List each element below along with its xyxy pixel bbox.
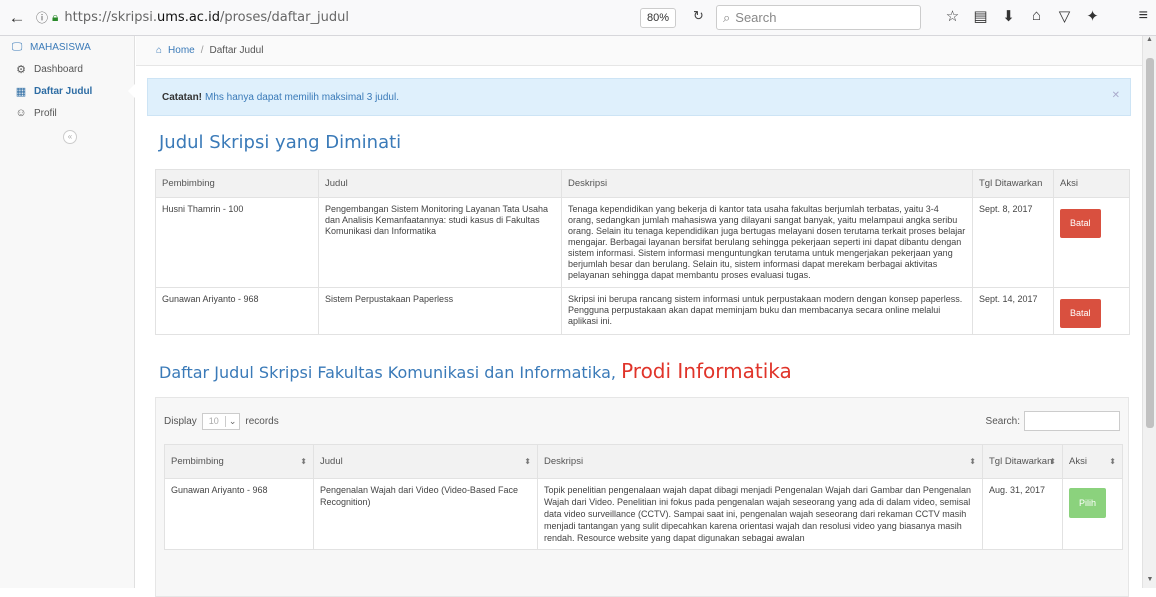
cell-tgl: Sept. 8, 2017 (973, 198, 1054, 288)
section-title-diminati: Judul Skripsi yang Diminati (159, 132, 1131, 153)
display-label: Display (164, 416, 197, 427)
browser-toolbar: ← ⓘ 🔒︎ https://skripsi.ums.ac.id/proses/… (0, 0, 1156, 36)
section-title-text: Daftar Judul Skripsi Fakultas Komunikasi… (159, 363, 616, 382)
sidebar-item-dashboard[interactable]: ⚙ Dashboard (0, 58, 134, 80)
hamburger-menu-icon[interactable]: ≡ (1139, 7, 1148, 25)
cell-judul: Sistem Perpustakaan Paperless (319, 288, 562, 335)
cell-tgl: Sept. 14, 2017 (973, 288, 1054, 335)
pilih-button[interactable]: Pilih (1069, 488, 1106, 518)
pocket-icon[interactable]: ▽ (1056, 7, 1073, 25)
cell-pembimbing: Gunawan Ariyanto - 968 (156, 288, 319, 335)
sort-icon: ⬍ (524, 457, 531, 466)
reading-list-icon[interactable]: ▤ (972, 7, 989, 25)
cell-aksi: Batal (1054, 288, 1130, 335)
column-header: Aksi (1054, 170, 1130, 198)
user-icon: ☺ (14, 107, 28, 119)
chevron-down-icon: ⌄ (225, 416, 240, 427)
sort-icon: ⬍ (969, 457, 976, 466)
batal-button[interactable]: Batal (1060, 299, 1101, 328)
table-icon: ▦ (14, 85, 28, 98)
cell-tgl: Aug. 31, 2017 (983, 479, 1063, 550)
breadcrumb-current: Daftar Judul (210, 45, 264, 56)
records-per-page-select[interactable]: 10 ⌄ (202, 413, 241, 430)
sidebar-item-label: Daftar Judul (34, 86, 92, 97)
download-icon[interactable]: ⬇ (1000, 7, 1017, 25)
bookmark-star-icon[interactable]: ☆ (944, 7, 961, 25)
cell-pembimbing: Husni Thamrin - 100 (156, 198, 319, 288)
breadcrumb-separator: / (201, 45, 204, 56)
prodi-label: Prodi Informatika (621, 359, 792, 383)
search-icon: ⌕ (723, 10, 730, 26)
breadcrumb-home-link[interactable]: Home (168, 45, 195, 56)
breadcrumb: ⌂ Home / Daftar Judul (136, 36, 1142, 66)
cell-aksi: Pilih (1063, 479, 1123, 550)
column-header: Pembimbing (156, 170, 319, 198)
url-text[interactable]: https://skripsi.ums.ac.id/proses/daftar_… (64, 10, 349, 25)
sidebar-item-label: Profil (34, 108, 57, 119)
column-header-sortable[interactable]: Pembimbing⬍ (165, 445, 314, 479)
column-header: Judul (319, 170, 562, 198)
page-scrollbar[interactable]: ▲ ▼ (1142, 36, 1156, 588)
column-header-sortable[interactable]: Deskripsi⬍ (538, 445, 983, 479)
extension-icon[interactable]: ✦ (1084, 7, 1101, 25)
table-search-input[interactable] (1024, 411, 1120, 431)
search-label: Search: (986, 416, 1020, 427)
back-arrow-icon[interactable]: ← (6, 7, 28, 29)
lock-icon: 🔒︎ (52, 10, 58, 25)
sort-icon: ⬍ (1049, 457, 1056, 466)
home-icon[interactable]: ⌂ (1028, 7, 1045, 25)
alert-label: Catatan! (162, 92, 202, 103)
cell-aksi: Batal (1054, 198, 1130, 288)
section-title-daftar: Daftar Judul Skripsi Fakultas Komunikasi… (159, 359, 1131, 383)
close-icon[interactable]: ✕ (1112, 90, 1120, 101)
table-row: Gunawan Ariyanto - 968 Pengenalan Wajah … (165, 479, 1123, 550)
reload-icon[interactable]: ↻ (693, 8, 704, 24)
daftar-judul-table: Pembimbing⬍ Judul⬍ Deskripsi⬍ Tgl Ditawa… (164, 444, 1123, 550)
cell-deskripsi: Skripsi ini berupa rancang sistem inform… (562, 288, 973, 335)
records-length-control: Display 10 ⌄ records (164, 413, 279, 430)
browser-search-input[interactable]: ⌕ Search (716, 5, 921, 30)
sidebar-header-label: MAHASISWA (30, 42, 91, 53)
datatable-panel: Display 10 ⌄ records Search: Pembimbing⬍… (155, 397, 1129, 597)
column-header-sortable[interactable]: Aksi⬍ (1063, 445, 1123, 479)
records-label: records (245, 416, 278, 427)
column-header: Tgl Ditawarkan (973, 170, 1054, 198)
info-icon[interactable]: ⓘ (36, 9, 48, 26)
main-content: ⌂ Home / Daftar Judul Catatan! Mhs hanya… (136, 36, 1142, 588)
sidebar-item-profil[interactable]: ☺ Profil (0, 102, 134, 124)
alert-text: Mhs hanya dapat memilih maksimal 3 judul… (205, 92, 399, 103)
table-header-row: Pembimbing Judul Deskripsi Tgl Ditawarka… (156, 170, 1130, 198)
sidebar-collapse-icon[interactable]: « (63, 130, 77, 144)
column-header-sortable[interactable]: Judul⬍ (314, 445, 538, 479)
sort-icon: ⬍ (1109, 457, 1116, 466)
sidebar-header: 🖵︎ MAHASISWA (0, 36, 134, 58)
cell-deskripsi: Topik penelitian pengenalaan wajah dapat… (538, 479, 983, 550)
sidebar-item-label: Dashboard (34, 64, 83, 75)
table-header-row: Pembimbing⬍ Judul⬍ Deskripsi⬍ Tgl Ditawa… (165, 445, 1123, 479)
diminati-table: Pembimbing Judul Deskripsi Tgl Ditawarka… (155, 169, 1130, 335)
batal-button[interactable]: Batal (1060, 209, 1101, 238)
table-row: Gunawan Ariyanto - 968 Sistem Perpustaka… (156, 288, 1130, 335)
sort-icon: ⬍ (300, 457, 307, 466)
cell-deskripsi: Tenaga kependidikan yang bekerja di kant… (562, 198, 973, 288)
select-value: 10 (203, 416, 225, 426)
home-icon: ⌂ (156, 45, 162, 56)
monitor-icon: 🖵︎ (10, 41, 24, 54)
column-header-sortable[interactable]: Tgl Ditawarkan⬍ (983, 445, 1063, 479)
info-alert: Catatan! Mhs hanya dapat memilih maksima… (147, 78, 1131, 116)
scroll-down-icon[interactable]: ▼ (1143, 576, 1156, 588)
cell-pembimbing: Gunawan Ariyanto - 968 (165, 479, 314, 550)
column-header: Deskripsi (562, 170, 973, 198)
table-row: Husni Thamrin - 100 Pengembangan Sistem … (156, 198, 1130, 288)
scrollbar-thumb[interactable] (1146, 58, 1154, 428)
cell-judul: Pengenalan Wajah dari Video (Video-Based… (314, 479, 538, 550)
cell-judul: Pengembangan Sistem Monitoring Layanan T… (319, 198, 562, 288)
zoom-indicator[interactable]: 80% (640, 8, 676, 28)
scroll-up-icon[interactable]: ▲ (1143, 36, 1156, 48)
dashboard-icon: ⚙ (14, 63, 28, 76)
sidebar-item-daftar-judul[interactable]: ▦ Daftar Judul (0, 80, 134, 102)
sidebar: 🖵︎ MAHASISWA ⚙ Dashboard ▦ Daftar Judul … (0, 36, 135, 588)
